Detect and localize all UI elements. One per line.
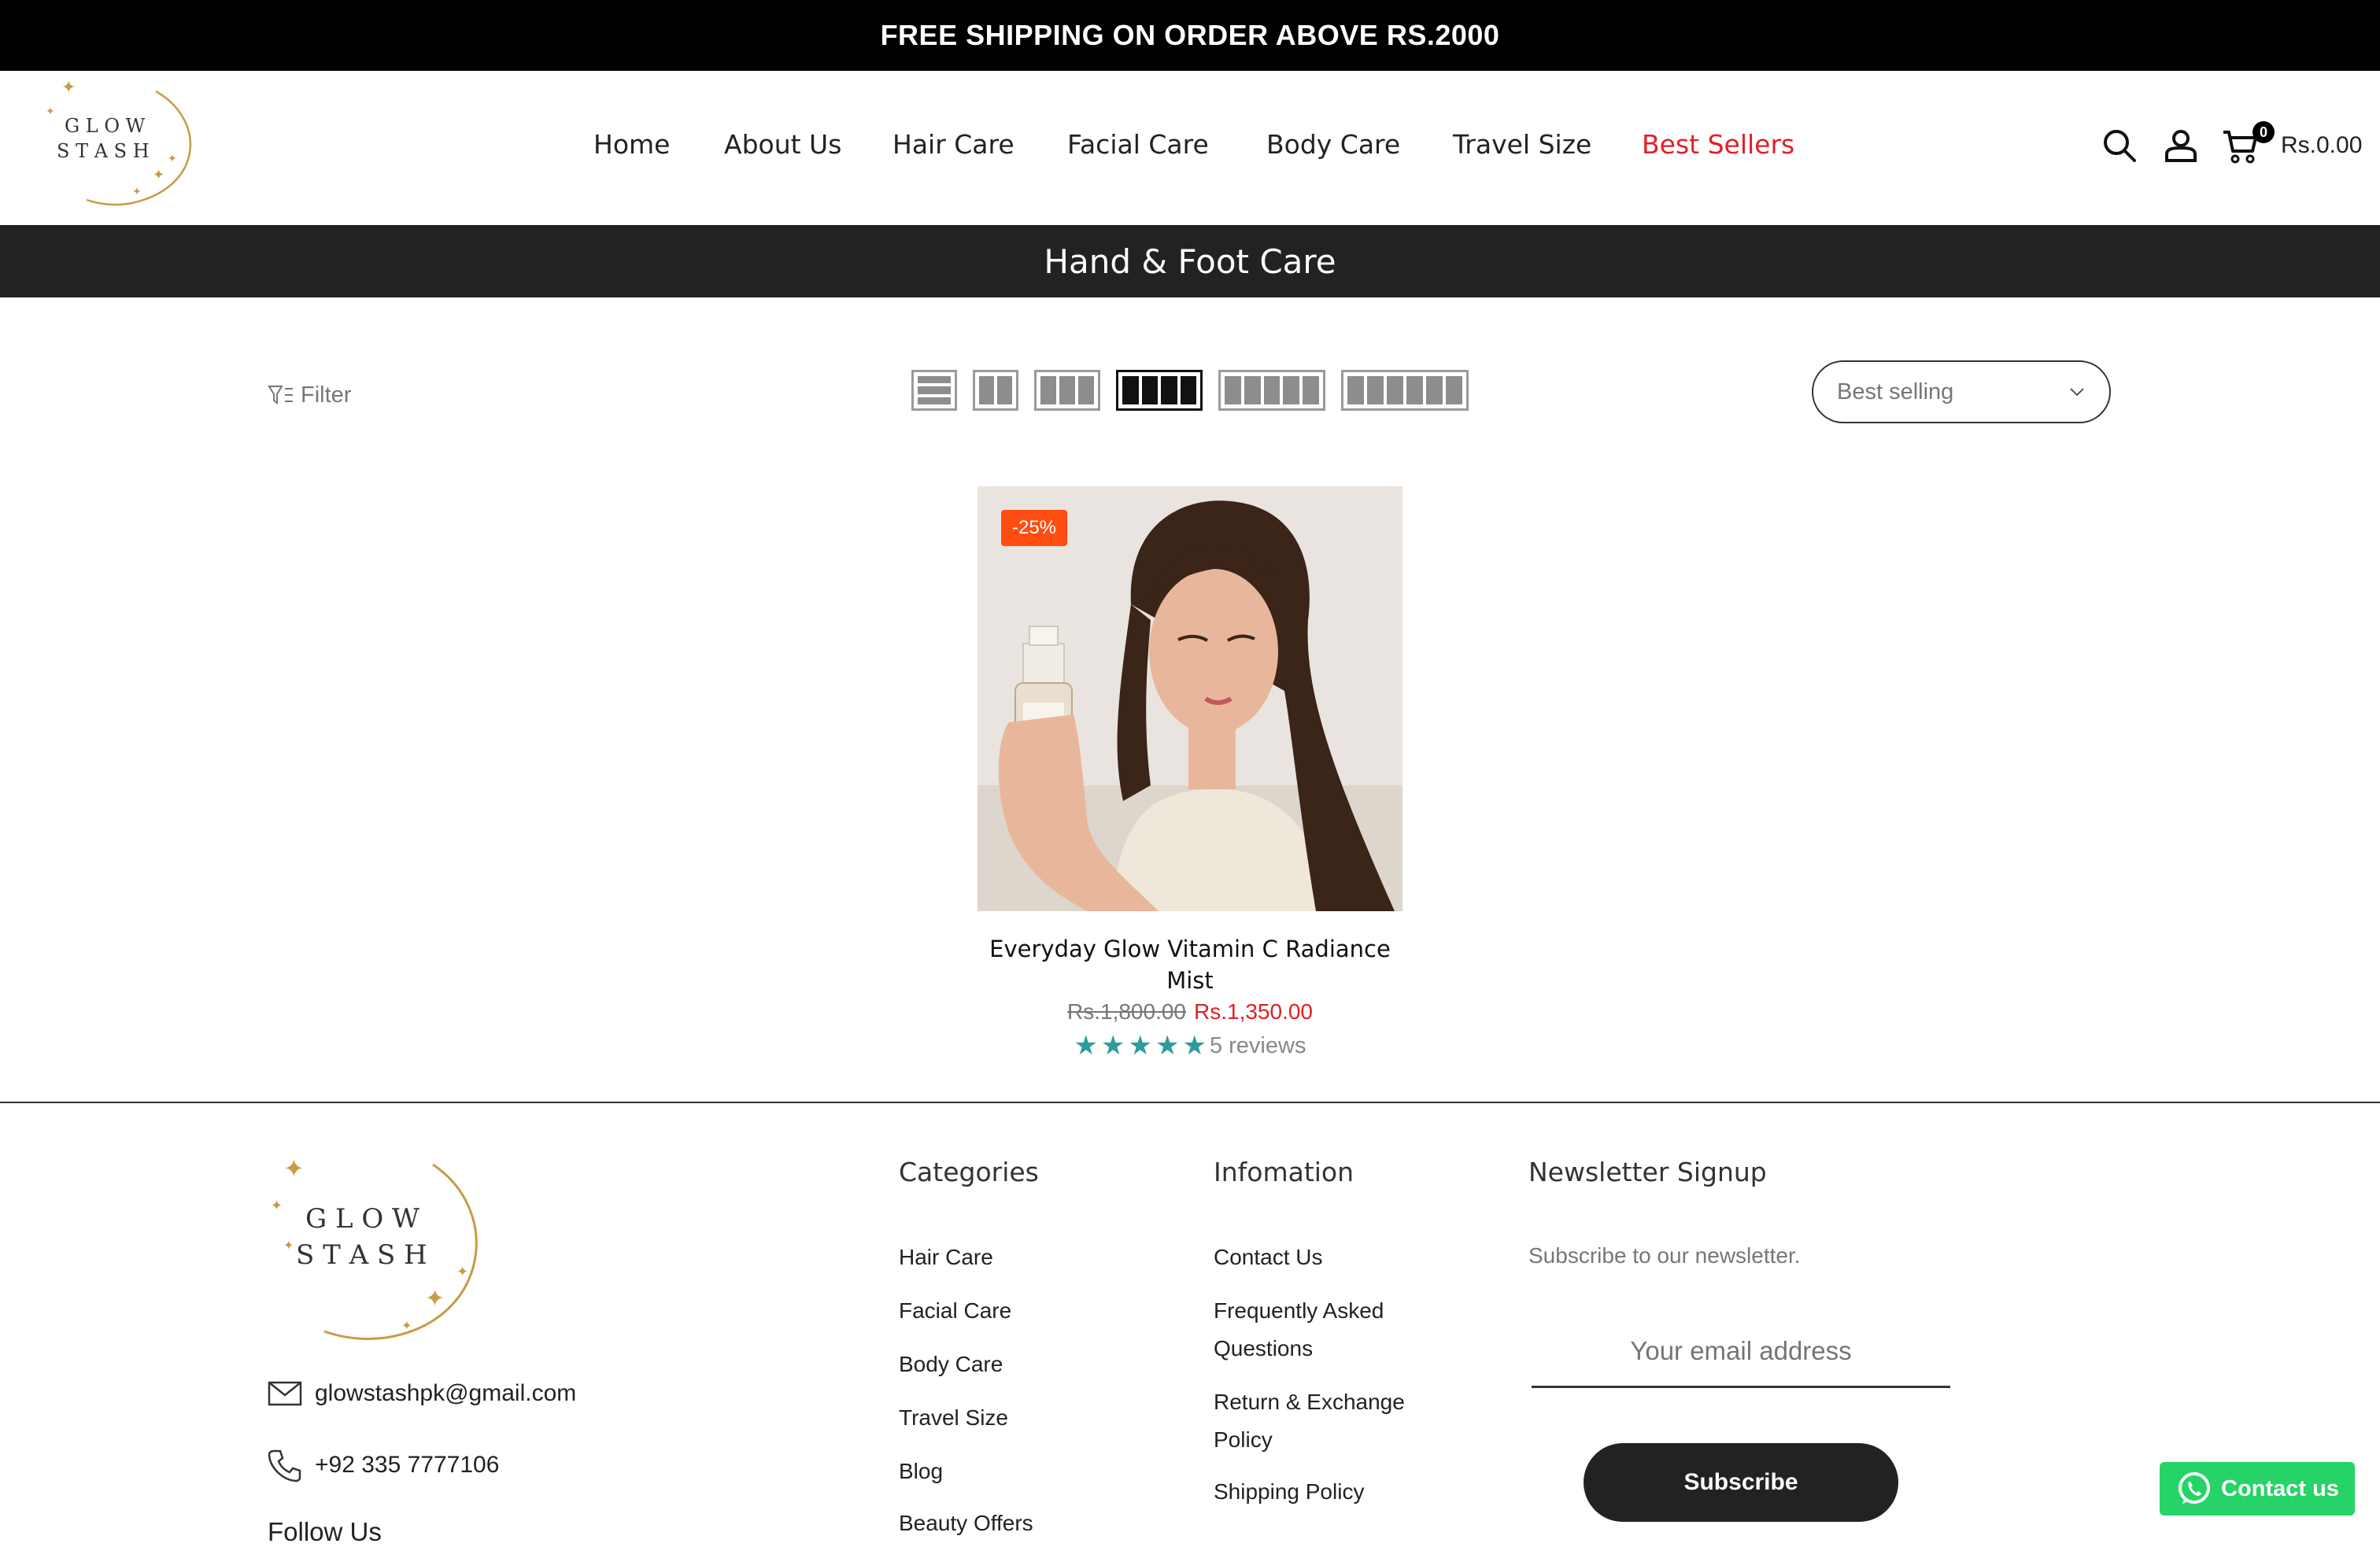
- footer-logo[interactable]: ✦ ✦ ✦ ✦ ✦ ✦ G L O W S T A S H: [268, 1149, 496, 1346]
- follow-us-heading: Follow Us: [268, 1517, 382, 1546]
- footer-email-row[interactable]: glowstashpk@gmail.com: [268, 1380, 576, 1407]
- footer-link-body-care[interactable]: Body Care: [899, 1346, 1003, 1383]
- svg-text:✦: ✦: [425, 1286, 445, 1312]
- star-icon: ★: [1101, 1031, 1125, 1061]
- footer-phone: +92 335 7777106: [315, 1452, 500, 1478]
- cart-count-badge: 0: [2252, 121, 2275, 143]
- star-icon: ★: [1155, 1031, 1180, 1061]
- footer-link-contact-us[interactable]: Contact Us: [1214, 1239, 1323, 1276]
- sort-value: Best selling: [1837, 378, 1954, 404]
- svg-text:✦: ✦: [61, 77, 76, 97]
- footer-phone-row[interactable]: +92 335 7777106: [268, 1448, 499, 1482]
- account-icon[interactable]: [2161, 126, 2201, 165]
- product-photo: [978, 486, 1402, 911]
- sort-select[interactable]: Best selling: [1812, 360, 2111, 423]
- review-count: 5 reviews: [1209, 1032, 1306, 1058]
- svg-text:✦: ✦: [271, 1198, 283, 1213]
- layout-2col-icon[interactable]: [973, 370, 1018, 411]
- nav-travel-size[interactable]: Travel Size: [1453, 129, 1591, 160]
- newsletter-heading: Newsletter Signup: [1528, 1157, 1767, 1187]
- layout-5col-icon[interactable]: [1218, 370, 1325, 411]
- star-icon: ★: [1128, 1031, 1152, 1061]
- product-rating[interactable]: ★ ★ ★ ★ ★ 5 reviews: [978, 1032, 1402, 1059]
- svg-text:✦: ✦: [132, 185, 142, 198]
- footer-logo-line-1: G L O W: [305, 1203, 419, 1235]
- footer-link-beauty-offers[interactable]: Beauty Offers: [899, 1505, 1033, 1542]
- footer-link-blog[interactable]: Blog: [899, 1453, 943, 1490]
- announcement-bar: FREE SHIPPING ON ORDER ABOVE RS.2000: [0, 0, 2380, 71]
- footer-divider: [0, 1102, 2380, 1103]
- compare-price: Rs.1,800.00: [1067, 999, 1186, 1024]
- svg-text:✦: ✦: [283, 1154, 305, 1183]
- layout-4col-icon[interactable]: [1116, 370, 1203, 411]
- nav-body-care[interactable]: Body Care: [1266, 129, 1400, 160]
- footer-link-return-exchange[interactable]: Return & Exchange Policy: [1214, 1383, 1450, 1459]
- svg-text:✦: ✦: [401, 1320, 412, 1333]
- footer-link-hair-care[interactable]: Hair Care: [899, 1239, 993, 1276]
- nav-hair-care[interactable]: Hair Care: [893, 129, 1014, 160]
- page-title: Hand & Foot Care: [1044, 242, 1336, 281]
- product-prices: Rs.1,800.00 Rs.1,350.00: [978, 999, 1402, 1025]
- mail-icon: [268, 1381, 302, 1406]
- main-nav: Home About Us Hair Care Facial Care Body…: [0, 129, 2380, 164]
- search-icon[interactable]: [2100, 126, 2139, 165]
- nav-facial-care[interactable]: Facial Care: [1067, 129, 1209, 160]
- star-icon: ★: [1074, 1031, 1099, 1061]
- product-image[interactable]: [978, 486, 1402, 911]
- product-title[interactable]: Everyday Glow Vitamin C Radiance Mist: [978, 933, 1402, 996]
- svg-text:✦: ✦: [456, 1264, 468, 1279]
- star-icon: ★: [1182, 1031, 1207, 1061]
- nav-best-sellers[interactable]: Best Sellers: [1642, 129, 1794, 160]
- cart-total[interactable]: Rs.0.00: [2281, 132, 2362, 159]
- footer-link-faq[interactable]: Frequently Asked Questions: [1214, 1292, 1450, 1368]
- subscribe-button[interactable]: Subscribe: [1584, 1443, 1898, 1522]
- footer-email: glowstashpk@gmail.com: [315, 1380, 577, 1406]
- whatsapp-label: Contact us: [2221, 1475, 2339, 1501]
- newsletter-subtitle: Subscribe to our newsletter.: [1528, 1243, 1801, 1268]
- layout-3col-icon[interactable]: [1034, 370, 1100, 411]
- svg-text:✦: ✦: [283, 1239, 294, 1253]
- collection-title-bar: Hand & Foot Care: [0, 225, 2380, 297]
- svg-text:✦: ✦: [46, 105, 55, 117]
- svg-text:✦: ✦: [153, 167, 164, 183]
- sale-price: Rs.1,350.00: [1194, 999, 1313, 1024]
- newsletter-email-input[interactable]: [1532, 1316, 1950, 1388]
- whatsapp-icon: [2179, 1472, 2211, 1505]
- phone-icon: [268, 1449, 301, 1482]
- layout-6col-icon[interactable]: [1341, 370, 1469, 411]
- categories-heading: Categories: [899, 1157, 1039, 1187]
- information-heading: Infomation: [1214, 1157, 1354, 1187]
- layout-list-icon[interactable]: [911, 370, 957, 411]
- discount-badge: -25%: [1001, 510, 1067, 546]
- nav-about-us[interactable]: About Us: [724, 129, 841, 160]
- chevron-down-icon: [2070, 388, 2084, 397]
- nav-home[interactable]: Home: [593, 129, 670, 160]
- footer-logo-line-2: S T A S H: [296, 1239, 427, 1271]
- announcement-text: FREE SHIPPING ON ORDER ABOVE RS.2000: [880, 19, 1500, 51]
- footer-link-shipping-policy[interactable]: Shipping Policy: [1214, 1473, 1364, 1511]
- footer-link-travel-size[interactable]: Travel Size: [899, 1399, 1008, 1437]
- footer-link-facial-care[interactable]: Facial Care: [899, 1292, 1011, 1330]
- whatsapp-contact-button[interactable]: Contact us: [2160, 1462, 2355, 1516]
